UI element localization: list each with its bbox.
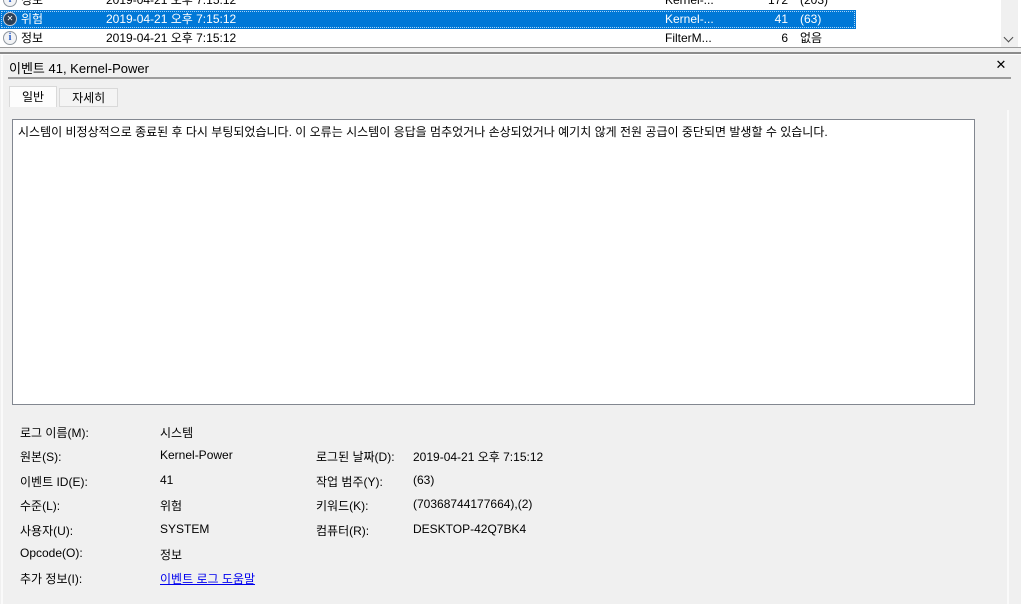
event-row[interactable]: i 정보 2019-04-21 오후 7:15:12 FilterM... 6 … — [0, 29, 1000, 47]
event-id: 6 — [781, 31, 788, 45]
event-category: 없음 — [800, 31, 823, 45]
event-description-box[interactable]: 시스템이 비정상적으로 종료된 후 다시 부팅되었습니다. 이 오류는 시스템이… — [12, 119, 975, 405]
field-row-level: 수준(L): 위험 키워드(K): (70368744177664),(2) — [0, 494, 1021, 518]
event-id: 172 — [767, 0, 788, 7]
field-value: 위험 — [160, 499, 183, 514]
vertical-scrollbar[interactable] — [1001, 0, 1018, 47]
event-level: 위험 — [21, 12, 44, 26]
close-icon[interactable]: ✕ — [991, 56, 1011, 74]
splitter-highlight — [0, 54, 1021, 55]
event-source: FilterM... — [665, 31, 712, 45]
event-description-text: 시스템이 비정상적으로 종료된 후 다시 부팅되었습니다. 이 오류는 시스템이… — [18, 125, 828, 139]
field-value: 41 — [160, 472, 174, 487]
tab-details[interactable]: 자세히 — [59, 88, 119, 107]
field-label: 키워드(K): — [316, 499, 369, 514]
event-level: 정보 — [21, 0, 44, 7]
field-label: 추가 정보(I): — [20, 572, 83, 587]
field-label: 수준(L): — [20, 499, 61, 514]
event-viewer-preview-pane: i 정보 2019-04-21 오후 7:15:12 Kernel-... 17… — [0, 0, 1021, 604]
tab-strip: 일반 자세히 — [9, 86, 119, 107]
event-source: Kernel-... — [665, 0, 714, 7]
field-row-user: 사용자(U): SYSTEM 컴퓨터(R): DESKTOP-42Q7BK4 — [0, 519, 1021, 543]
event-date: 2019-04-21 오후 7:15:12 — [106, 0, 237, 7]
event-properties: 로그 이름(M): 시스템 원본(S): Kernel-Power 로그된 날짜… — [0, 421, 1021, 592]
event-category: (63) — [800, 12, 822, 26]
field-row-event-id: 이벤트 ID(E): 41 작업 범주(Y): (63) — [0, 470, 1021, 494]
field-row-more-info: 추가 정보(I): 이벤트 로그 도움말 — [0, 567, 1021, 591]
field-label: 원본(S): — [20, 450, 62, 465]
field-value: (63) — [413, 472, 435, 487]
scroll-down-button[interactable] — [1001, 31, 1018, 47]
field-value: 정보 — [160, 547, 183, 562]
chevron-down-icon — [1003, 32, 1014, 43]
info-icon: i — [3, 31, 17, 47]
event-row[interactable]: i 정보 2019-04-21 오후 7:15:12 Kernel-... 17… — [0, 0, 1000, 10]
field-label: Opcode(O): — [20, 545, 83, 560]
pane-title: 이벤트 41, Kernel-Power — [9, 61, 149, 76]
event-level: 정보 — [21, 31, 44, 45]
field-value: DESKTOP-42Q7BK4 — [413, 521, 527, 536]
field-row-opcode: Opcode(O): 정보 — [0, 543, 1021, 567]
field-row-log-name: 로그 이름(M): 시스템 — [0, 421, 1021, 445]
header-separator — [8, 77, 1011, 79]
field-label: 로그된 날짜(D): — [316, 450, 395, 465]
event-date: 2019-04-21 오후 7:15:12 — [106, 31, 237, 45]
event-id: 41 — [774, 12, 788, 26]
event-row-selected[interactable]: ✕ 위험 2019-04-21 오후 7:15:12 Kernel-... 41… — [0, 10, 1000, 29]
event-category: (203) — [800, 0, 829, 7]
field-value: SYSTEM — [160, 521, 210, 536]
field-value: 시스템 — [160, 426, 194, 440]
event-source: Kernel-... — [665, 12, 714, 26]
event-log-help-link[interactable]: 이벤트 로그 도움말 — [160, 570, 255, 587]
tab-general[interactable]: 일반 — [9, 86, 58, 107]
field-value: (70368744177664),(2) — [413, 497, 533, 512]
field-label: 사용자(U): — [20, 523, 74, 538]
field-value: 2019-04-21 오후 7:15:12 — [413, 450, 544, 465]
event-date: 2019-04-21 오후 7:15:12 — [106, 12, 237, 26]
event-list: i 정보 2019-04-21 오후 7:15:12 Kernel-... 17… — [0, 0, 1021, 48]
field-row-source: 원본(S): Kernel-Power 로그된 날짜(D): 2019-04-2… — [0, 445, 1021, 469]
field-value: Kernel-Power — [160, 448, 233, 463]
field-label: 로그 이름(M): — [20, 426, 89, 440]
field-label: 이벤트 ID(E): — [20, 474, 88, 489]
field-label: 작업 범주(Y): — [316, 474, 383, 489]
field-label: 컴퓨터(R): — [316, 523, 370, 538]
